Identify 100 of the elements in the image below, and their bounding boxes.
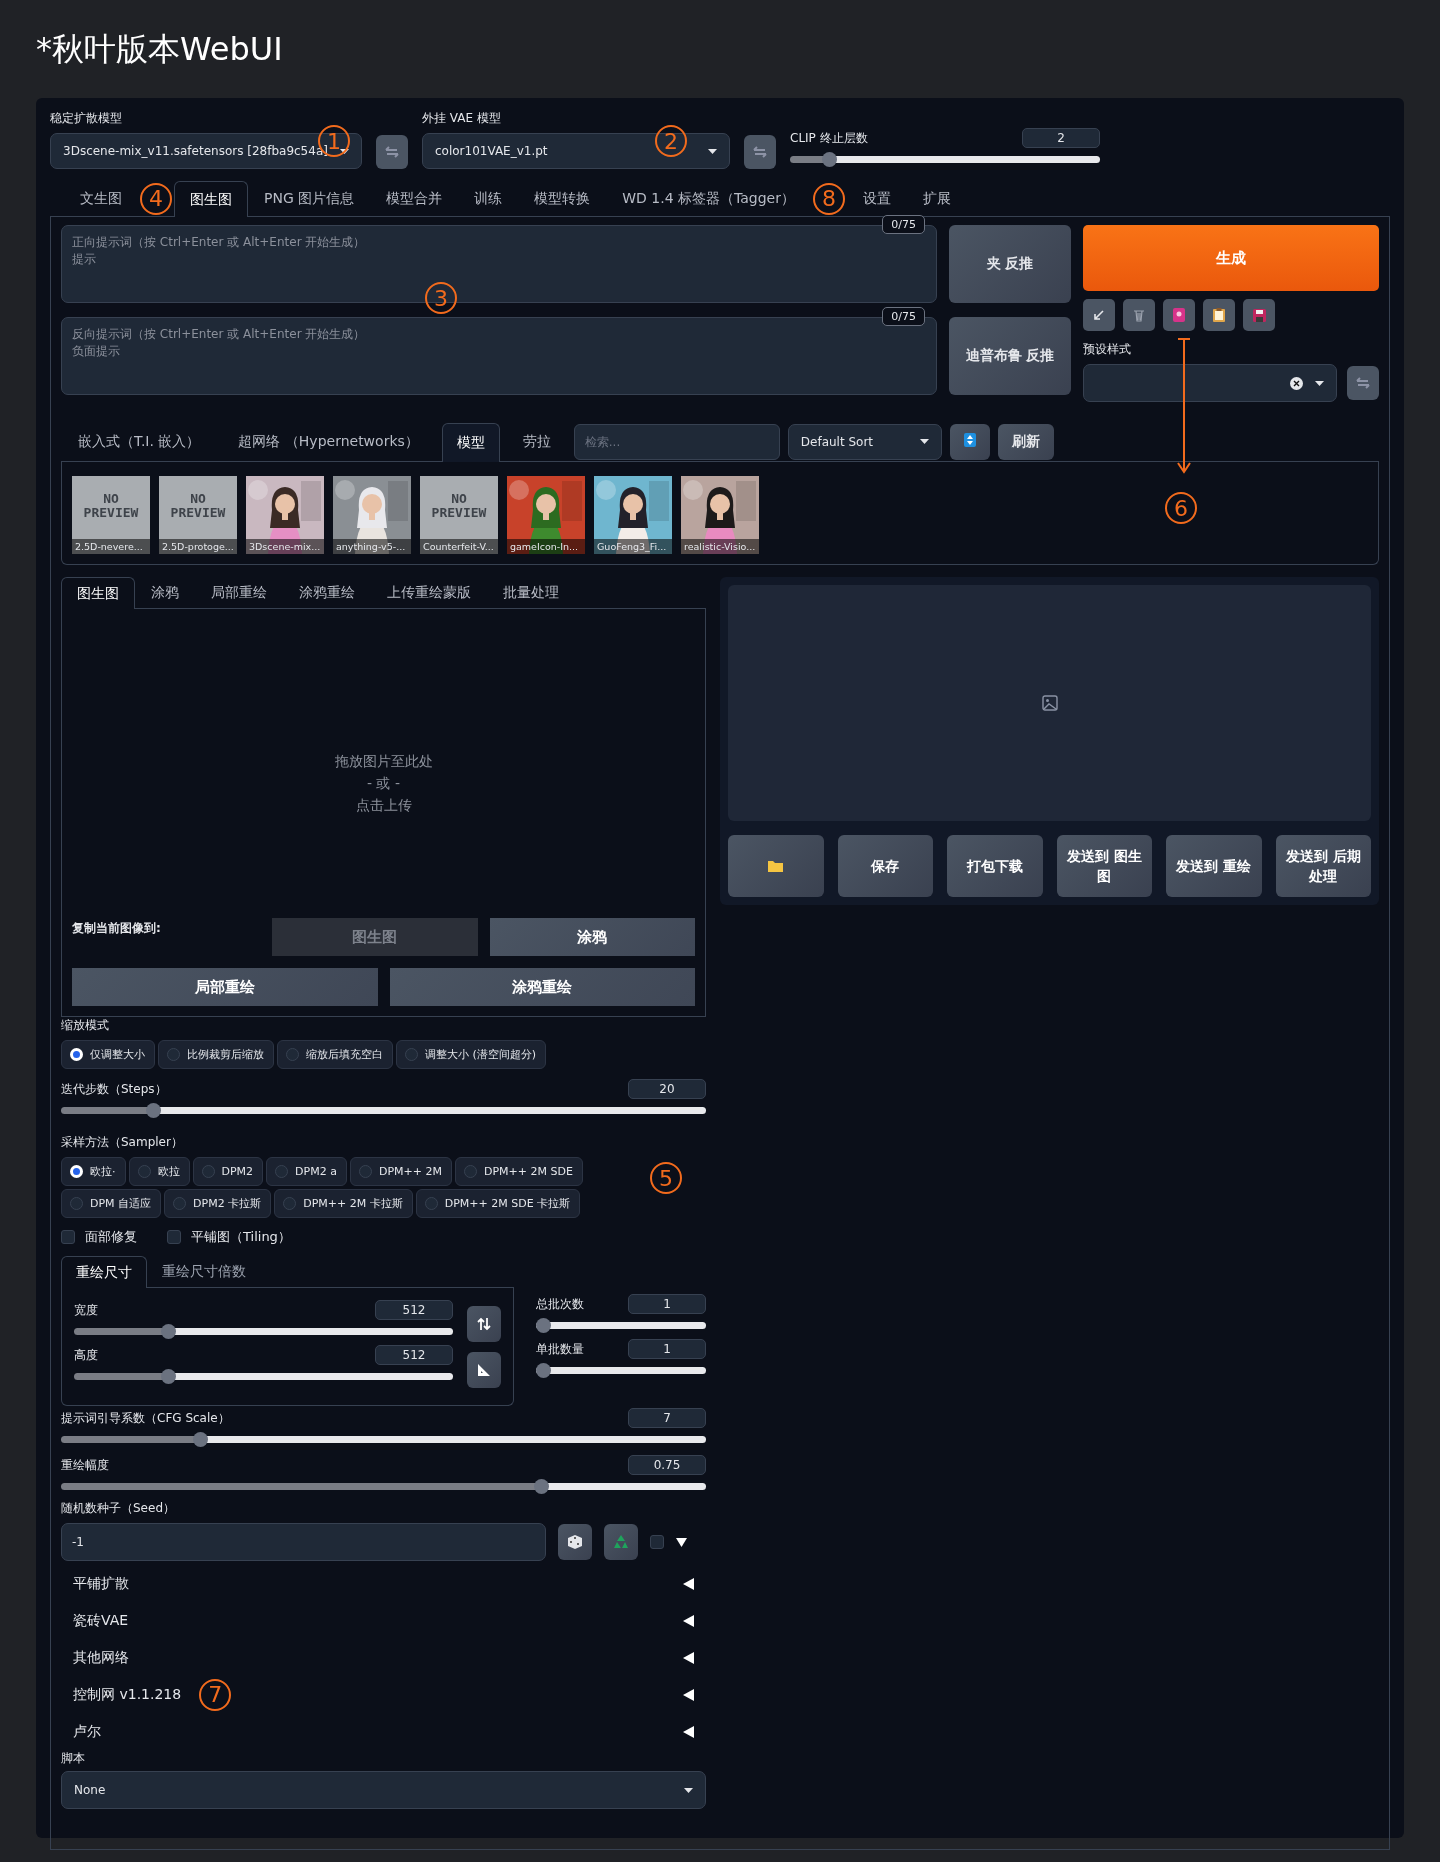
tab[interactable]: PNG 图片信息 — [248, 181, 371, 216]
radio-option[interactable]: 调整大小 (潜空间超分) — [396, 1040, 547, 1069]
collapse-icon[interactable] — [683, 1688, 694, 1701]
output-button[interactable]: 发送到 图生图 — [1056, 835, 1152, 897]
tab[interactable]: 模型合并 — [370, 181, 459, 216]
radio-option[interactable]: 欧拉· — [61, 1157, 126, 1186]
model-card[interactable]: GuoFeng3_Fi... — [594, 476, 672, 554]
radio-option[interactable]: 比例裁剪后缩放 — [158, 1040, 274, 1069]
number-field[interactable]: 1 — [628, 1294, 706, 1314]
number-field[interactable]: 20 — [628, 1079, 706, 1099]
output-button[interactable]: 发送到 后期处理 — [1275, 835, 1371, 897]
slider-thumb[interactable] — [161, 1324, 177, 1339]
slider-thumb[interactable] — [536, 1318, 551, 1333]
tab[interactable]: 模型转换 — [518, 181, 607, 216]
slider-thumb[interactable] — [536, 1363, 551, 1378]
tab[interactable]: WD 1.4 标签器（Tagger） — [606, 181, 811, 216]
dice-button[interactable] — [558, 1524, 592, 1560]
number-field[interactable]: 7 — [628, 1408, 706, 1428]
script-dropdown[interactable]: None — [61, 1771, 706, 1809]
clear-icon[interactable] — [1290, 376, 1303, 390]
copy-button[interactable]: 涂鸦 — [489, 918, 695, 956]
prompt-input[interactable]: 反向提示词（按 Ctrl+Enter 或 Alt+Enter 开始生成） — [72, 326, 926, 343]
radio-option[interactable]: DPM2 — [192, 1157, 264, 1186]
radio-option[interactable]: DPM++ 2M — [349, 1157, 452, 1186]
tab[interactable]: 文生图 — [64, 181, 138, 216]
sort-order-button[interactable] — [949, 423, 990, 460]
copy-button[interactable]: 涂鸦重绘 — [389, 968, 695, 1006]
accordion-title[interactable]: 其他网络 — [73, 1648, 129, 1667]
output-button[interactable]: 打包下载 — [947, 835, 1043, 897]
tab[interactable]: 模型 — [441, 422, 500, 462]
refresh-button[interactable] — [744, 135, 776, 169]
tab[interactable]: 嵌入式（T.I. 嵌入） — [63, 422, 216, 461]
tab[interactable]: 图生图 — [61, 577, 135, 609]
radio-option[interactable]: DPM++ 2M SDE 卡拉斯 — [415, 1189, 581, 1218]
collapse-icon[interactable] — [683, 1577, 694, 1590]
styles-dropdown[interactable] — [1083, 364, 1337, 402]
tab[interactable]: 训练 — [458, 181, 519, 216]
search-field[interactable]: 检索... — [573, 423, 780, 460]
caret-icon[interactable] — [676, 1537, 687, 1547]
model-card[interactable]: anything-v5-... — [333, 476, 411, 554]
model-card[interactable]: NO PREVIEW 2.5D-protoge... — [159, 476, 237, 554]
collapse-icon[interactable] — [683, 1651, 694, 1664]
accordion-title[interactable]: 平铺扩散 — [73, 1574, 129, 1593]
number-field[interactable]: 0.75 — [628, 1455, 706, 1475]
tab[interactable]: 批量处理 — [487, 577, 575, 608]
arrow-button[interactable] — [1083, 299, 1115, 331]
number-field[interactable]: 512 — [375, 1345, 453, 1365]
tab[interactable]: 扩展 — [906, 181, 967, 216]
radio-option[interactable]: DPM 自适应 — [61, 1189, 162, 1218]
radio-option[interactable]: DPM2 a — [266, 1157, 347, 1186]
seed-field[interactable]: -1 — [61, 1523, 546, 1561]
model-card[interactable]: realistic-Visio... — [681, 476, 759, 554]
folder-button[interactable] — [728, 835, 824, 897]
checkbox-option[interactable]: 面部修复 — [61, 1228, 137, 1246]
accordion-title[interactable]: 控制网 v1.1.218 — [73, 1685, 182, 1704]
radio-option[interactable]: 欧拉 — [128, 1157, 190, 1186]
interrogate-button[interactable]: 迪普布鲁 反推 — [949, 317, 1071, 395]
refresh-button[interactable] — [1347, 366, 1379, 400]
collapse-icon[interactable] — [683, 1614, 694, 1627]
number-field[interactable]: 2 — [1022, 128, 1100, 148]
radio-option[interactable]: DPM2 卡拉斯 — [164, 1189, 272, 1218]
tab[interactable]: 上传重绘蒙版 — [371, 577, 487, 608]
prompt-input[interactable]: 正向提示词（按 Ctrl+Enter 或 Alt+Enter 开始生成） — [72, 234, 926, 251]
tab[interactable]: 涂鸦重绘 — [283, 577, 371, 608]
slider-thumb[interactable] — [161, 1369, 177, 1384]
interrogate-button[interactable]: 夹 反推 — [949, 225, 1071, 303]
accordion-title[interactable]: 卢尔 — [73, 1722, 101, 1741]
model-card[interactable]: NO PREVIEW 2.5D-nevere... — [72, 476, 150, 554]
sort-dropdown[interactable]: Default Sort — [787, 423, 942, 460]
slider-thumb[interactable] — [146, 1103, 162, 1118]
model-card[interactable]: NO PREVIEW Counterfeit-V... — [420, 476, 498, 554]
trash-button[interactable] — [1123, 299, 1155, 331]
refresh-button[interactable] — [376, 135, 408, 169]
tab[interactable]: 图生图 — [174, 181, 248, 217]
tab[interactable]: 劳拉 — [507, 422, 566, 461]
tab[interactable]: 涂鸦 — [135, 577, 195, 608]
recycle-button[interactable] — [604, 1524, 638, 1560]
slider-thumb[interactable] — [193, 1432, 209, 1447]
slider-thumb[interactable] — [822, 152, 838, 167]
output-button[interactable]: 发送到 重绘 — [1166, 835, 1262, 897]
checkbox-option[interactable]: 平铺图（Tiling） — [167, 1228, 291, 1246]
clipboard-button[interactable] — [1203, 299, 1235, 331]
tab[interactable]: 设置 — [846, 181, 907, 216]
card-button[interactable] — [1163, 299, 1195, 331]
tab[interactable]: 局部重绘 — [195, 577, 283, 608]
radio-option[interactable]: DPM++ 2M 卡拉斯 — [274, 1189, 413, 1218]
model-card[interactable]: 3Dscene-mix... — [246, 476, 324, 554]
save-button[interactable] — [1243, 299, 1275, 331]
swap-button[interactable] — [467, 1306, 501, 1342]
checkbox[interactable] — [650, 1535, 664, 1549]
tab[interactable]: 重绘尺寸 — [61, 1256, 147, 1288]
radio-option[interactable]: 仅调整大小 — [61, 1040, 155, 1069]
accordion-title[interactable]: 瓷砖VAE — [73, 1611, 129, 1630]
tab[interactable]: 重绘尺寸倍数 — [147, 1256, 261, 1287]
radio-option[interactable]: 缩放后填充空白 — [277, 1040, 393, 1069]
tab[interactable]: 超网络 （Hypernetworks） — [223, 422, 434, 461]
slider-thumb[interactable] — [533, 1479, 549, 1494]
copy-button[interactable]: 局部重绘 — [72, 968, 378, 1006]
ratio-button[interactable] — [467, 1352, 501, 1388]
number-field[interactable]: 1 — [628, 1339, 706, 1359]
